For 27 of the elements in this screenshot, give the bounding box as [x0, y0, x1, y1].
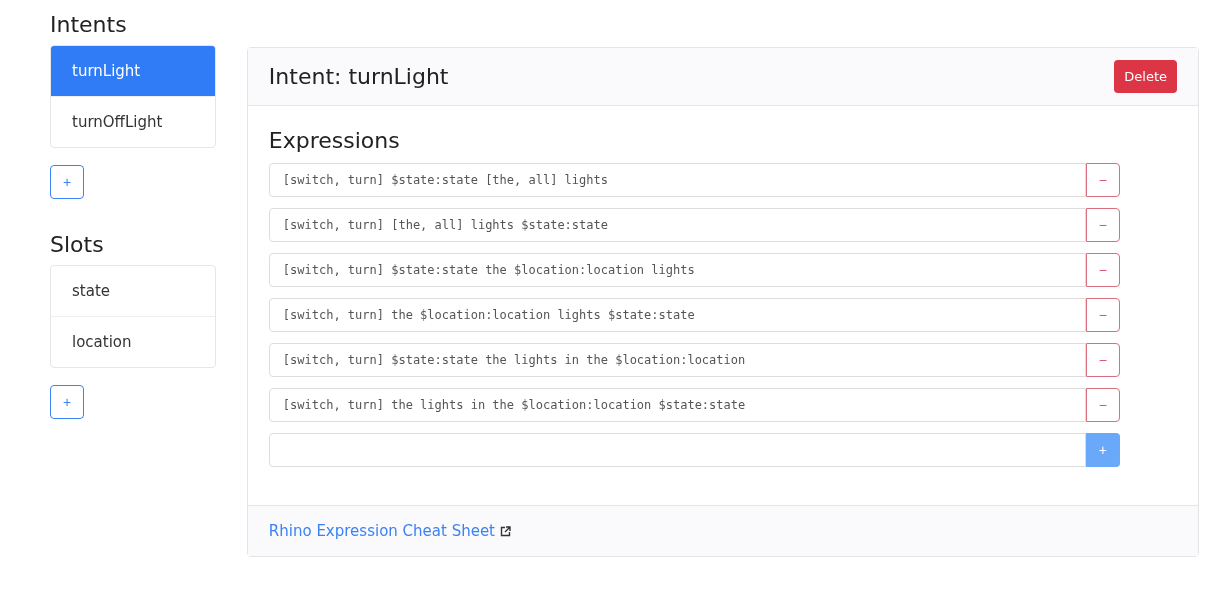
expression-field[interactable]: [switch, turn] [the, all] lights $state:state: [268, 208, 1086, 242]
expression-field[interactable]: [switch, turn] $state:state [the, all] lights: [268, 163, 1086, 197]
list-item[interactable]: turnOffLight: [51, 96, 215, 147]
remove-button[interactable]: −: [1085, 253, 1120, 287]
section-heading: Intents: [50, 12, 128, 37]
add-expression-button[interactable]: +: [1085, 433, 1120, 467]
expression-field[interactable]: [switch, turn] the lights in the $location:location $state:state: [268, 388, 1086, 422]
remove-button[interactable]: −: [1085, 388, 1120, 422]
expression-field[interactable]: [switch, turn] $state:state the $location:location lights: [268, 253, 1086, 287]
list-item[interactable]: location: [51, 316, 215, 367]
remove-button[interactable]: −: [1085, 343, 1120, 377]
add-button[interactable]: +: [50, 385, 84, 419]
list-item[interactable]: state: [51, 266, 215, 316]
intent-title: Intent: turnLight: [268, 64, 449, 89]
list-item[interactable]: turnLight: [51, 46, 215, 96]
new-expression-field[interactable]: [268, 433, 1086, 467]
cheat-sheet-link[interactable]: Rhino Expression Cheat Sheet: [268, 522, 495, 540]
delete-button[interactable]: Delete: [1114, 60, 1177, 93]
expression-field[interactable]: [switch, turn] the $location:location lights $state:state: [268, 298, 1086, 332]
expressions-heading: Expressions: [268, 128, 401, 153]
section-heading: Slots: [50, 232, 105, 257]
remove-button[interactable]: −: [1085, 163, 1120, 197]
expression-field[interactable]: [switch, turn] $state:state the lights in the $location:location: [268, 343, 1086, 377]
external-link-icon: [500, 525, 511, 537]
add-button[interactable]: +: [50, 165, 84, 199]
remove-button[interactable]: −: [1085, 208, 1120, 242]
remove-button[interactable]: −: [1085, 298, 1120, 332]
